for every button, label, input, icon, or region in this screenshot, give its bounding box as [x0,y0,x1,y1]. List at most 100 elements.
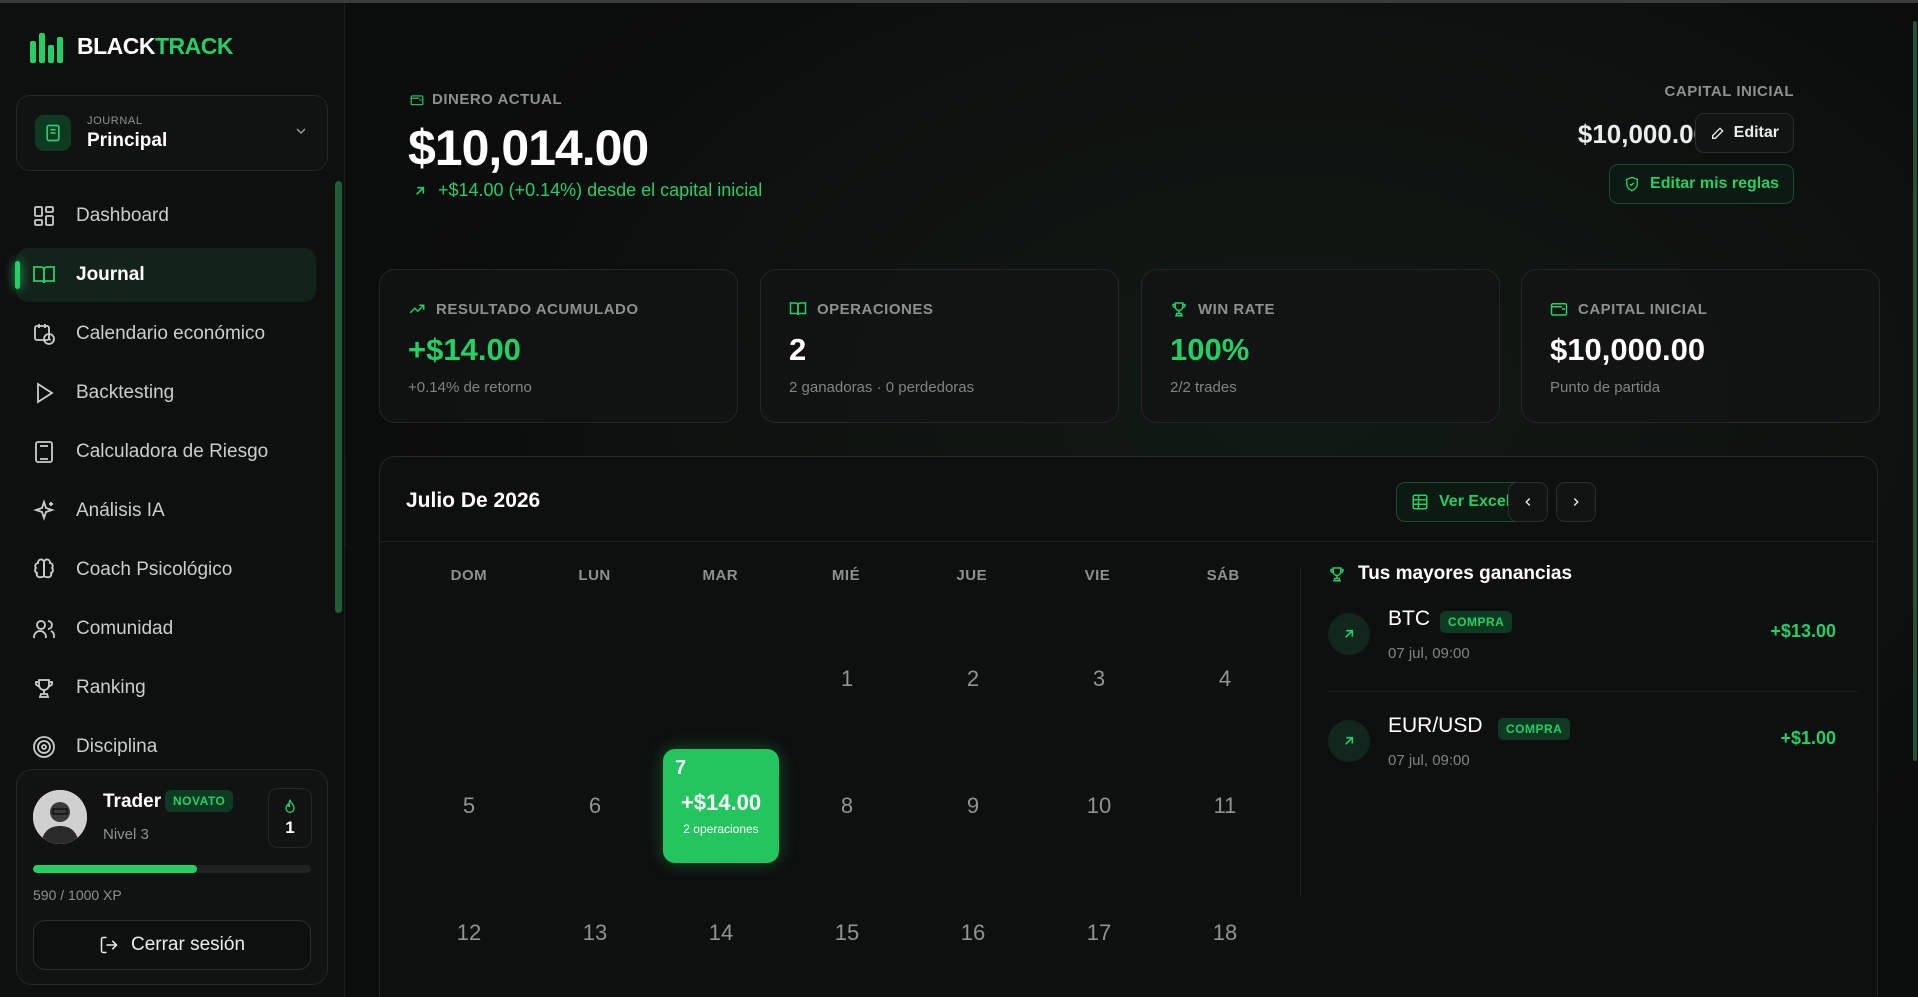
stats-row: RESULTADO ACUMULADO +$14.00 +0.14% de re… [379,269,1880,425]
avatar[interactable] [33,790,87,844]
calendar-day[interactable]: 17 [1041,876,1157,990]
user-rank-badge: NOVATO [165,790,234,812]
calendar-day[interactable]: 8 [789,749,905,863]
gain-value: +$13.00 [1770,621,1836,641]
initial-capital-value: $10,000.00 [1577,119,1708,149]
nav-item-calendario[interactable]: Calendario económico [16,307,316,361]
main-nav: Dashboard Journal Calendario económico B… [15,189,316,779]
brand-logo[interactable]: BLACKTRACK [30,29,234,63]
divider [1328,691,1858,692]
target-icon [33,736,55,758]
calendar-day[interactable]: 18 [1167,876,1283,990]
nav-item-journal[interactable]: Journal [15,248,316,302]
calendar-day[interactable]: 10 [1041,749,1157,863]
journal-label: JOURNAL [87,114,143,127]
stat-label: OPERACIONES [817,300,934,318]
weekday-header: DOM LUN MAR MIÉ JUE VIE SÁB [406,567,1286,584]
calendar-day[interactable]: 2 [915,622,1031,736]
trophy-icon [34,679,54,698]
brain-icon [34,558,54,579]
divider [1300,567,1301,897]
gain-symbol: EUR/USD [1388,714,1483,737]
table-icon [1412,494,1428,510]
nav-item-calculadora[interactable]: Calculadora de Riesgo [16,425,316,479]
calendar-day[interactable]: 13 [537,876,653,990]
nav-item-dashboard[interactable]: Dashboard [16,189,316,243]
calendar-day[interactable]: 15 [789,876,905,990]
chevron-right-icon [1573,498,1579,506]
trophy-icon [1172,302,1186,317]
calendar-clock-icon [34,324,55,345]
calendar-day-trade[interactable]: 7 +$14.00 2 operaciones [663,749,779,863]
gain-side-badge: COMPRA [1498,718,1571,740]
calendar-day[interactable]: 14 [663,876,779,990]
gain-value: +$1.00 [1780,728,1836,748]
calendar-day[interactable]: 11 [1167,749,1283,863]
calendar-day-empty [411,622,527,736]
stat-card-capital: CAPITAL INICIAL $10,000.00 Punto de part… [1521,269,1880,423]
calendar-day[interactable]: 6 [537,749,653,863]
arrow-up-right-icon [416,186,425,195]
top-gains-panel: Tus mayores ganancias BTC COMPRA 07 jul,… [1328,563,1858,799]
notebook-icon [35,115,71,151]
nav-item-analisis-ia[interactable]: Análisis IA [16,484,316,538]
nav-item-backtesting[interactable]: Backtesting [16,366,316,420]
main-scrollbar[interactable] [1913,21,1917,761]
shield-icon [1626,176,1639,192]
sidebar: BLACKTRACK JOURNAL Principal Dashboard J… [0,3,345,997]
play-icon [37,382,54,404]
stat-sub: 2 ganadoras · 0 perdedoras [789,379,975,396]
pencil-icon [1711,127,1724,139]
next-month-button[interactable] [1556,482,1596,522]
calendar-day[interactable]: 16 [915,876,1031,990]
nav-label: Calendario económico [76,323,266,344]
xp-text: 590 / 1000 XP [33,887,122,903]
flame-icon [285,798,295,813]
stat-label: RESULTADO ACUMULADO [436,300,639,318]
arrow-up-right-icon [1328,720,1370,762]
weekday: JUE [956,567,988,584]
gain-symbol: BTC [1388,607,1430,630]
stat-label: WIN RATE [1198,300,1276,318]
nav-item-comunidad[interactable]: Comunidad [16,602,316,656]
journal-value: Principal [87,129,168,151]
calendar-day[interactable]: 12 [411,876,527,990]
nav-item-disciplina[interactable]: Disciplina [16,720,316,774]
gain-row[interactable]: EUR/USD COMPRA 07 jul, 09:00 +$1.00 [1328,706,1858,799]
day-ops-count: 2 operaciones [683,822,759,836]
view-excel-button[interactable]: Ver Excel [1396,482,1526,522]
nav-item-coach[interactable]: Coach Psicológico [16,543,316,597]
arrow-up-right-icon [1328,613,1370,655]
calendar-day-empty [537,622,653,736]
weekday: MIÉ [831,567,861,584]
calendar-day[interactable]: 4 [1167,622,1283,736]
nav-label: Análisis IA [76,500,165,521]
stat-value: 100% [1170,332,1250,367]
trending-up-icon [409,304,425,314]
weekday: DOM [450,567,488,584]
calendar-day[interactable]: 5 [411,749,527,863]
journal-selector[interactable]: JOURNAL Principal [16,95,328,171]
book-icon [789,302,807,316]
calendar-day[interactable]: 9 [915,749,1031,863]
nav-item-ranking[interactable]: Ranking [16,661,316,715]
xp-progress-bar [33,865,311,873]
main-content: DINERO ACTUAL $10,014.00 +$14.00 (+0.14%… [346,3,1918,997]
stat-sub: Punto de partida [1550,379,1661,396]
book-icon [33,266,55,284]
edit-rules-button[interactable]: Editar mis reglas [1609,164,1794,204]
prev-month-button[interactable] [1508,482,1548,522]
sidebar-scrollbar[interactable] [335,181,342,613]
streak-counter[interactable]: 1 [268,788,312,848]
calendar-day[interactable]: 1 [789,622,905,736]
candlestick-logo-icon [30,29,63,63]
sparkles-icon [33,499,55,521]
edit-capital-button[interactable]: Editar [1694,113,1794,153]
gain-row[interactable]: BTC COMPRA 07 jul, 09:00 +$13.00 [1328,599,1858,692]
wallet-icon [410,94,424,105]
calendar-day[interactable]: 3 [1041,622,1157,736]
user-name: Trader [103,791,162,812]
calendar-title: Julio De 2026 [406,489,541,512]
gain-time: 07 jul, 09:00 [1388,752,1470,769]
logout-button[interactable]: Cerrar sesión [33,920,311,970]
